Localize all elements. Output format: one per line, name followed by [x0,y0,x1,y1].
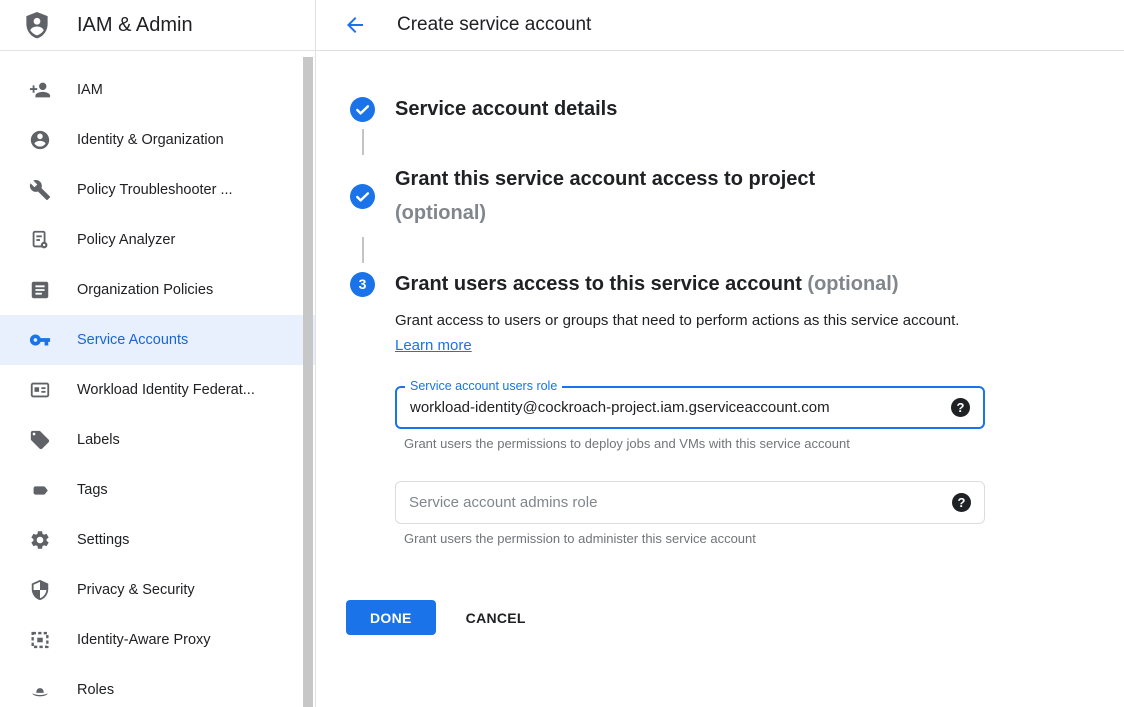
sidebar-item-label: Privacy & Security [77,582,195,598]
sidebar: IAM & Admin IAM Identity & Organization Po… [0,0,316,707]
cancel-button[interactable]: CANCEL [466,610,526,626]
users-role-field: Service account users role ? [395,386,985,429]
page-header: Create service account [316,0,1124,51]
tag-icon [28,428,52,452]
sidebar-item-labels[interactable]: Labels [0,415,315,465]
back-button[interactable] [343,13,367,37]
admins-role-field: ? [395,481,985,524]
service-account-key-icon [28,328,52,352]
sidebar-item-label: Policy Analyzer [77,232,175,248]
sidebar-item-label: Service Accounts [77,332,188,348]
step-3-number-badge[interactable]: 3 [350,272,375,297]
stepper-content: Service account details Grant this servi… [316,51,1124,635]
sidebar-header: IAM & Admin [0,0,315,51]
page-title: Create service account [397,14,591,36]
sidebar-item-iam[interactable]: IAM [0,65,315,115]
step-3-optional-label: (optional) [807,273,898,295]
account-circle-icon [28,128,52,152]
sidebar-item-service-accounts[interactable]: Service Accounts [0,315,315,365]
sidebar-item-label: Organization Policies [77,282,213,298]
sidebar-item-label: Policy Troubleshooter ... [77,182,233,198]
product-title: IAM & Admin [77,14,193,37]
step-connector [350,237,375,263]
iam-shield-icon [22,10,52,40]
sidebar-item-label: Workload Identity Federat... [77,382,255,398]
step-3: 3 Grant users access to this service acc… [350,270,1124,298]
sidebar-item-identity-aware-proxy[interactable]: Identity-Aware Proxy [0,615,315,665]
step-1-title: Service account details [395,97,617,122]
article-icon [28,278,52,302]
sidebar-item-label: Labels [77,432,120,448]
sidebar-item-organization-policies[interactable]: Organization Policies [0,265,315,315]
learn-more-link[interactable]: Learn more [395,337,472,354]
arrow-back-icon [343,13,367,37]
wrench-icon [28,178,52,202]
sidebar-item-workload-identity-federat[interactable]: Workload Identity Federat... [0,365,315,415]
step-connector [350,129,375,155]
shield-half-icon [28,578,52,602]
sidebar-item-policy-troubleshooter[interactable]: Policy Troubleshooter ... [0,165,315,215]
sidebar-item-roles[interactable]: Roles [0,665,315,707]
users-role-field-label: Service account users role [405,379,562,393]
sidebar-item-tags[interactable]: Tags [0,465,315,515]
sidebar-item-label: Settings [77,532,129,548]
sidebar-item-label: Identity & Organization [77,132,224,148]
gear-icon [28,528,52,552]
actions-row: DONE CANCEL [346,600,1124,635]
users-role-input[interactable] [410,399,951,416]
step-2: Grant this service account access to pro… [350,162,1124,230]
step-2-check-icon[interactable] [350,184,375,209]
step-3-description: Grant access to users or groups that nee… [395,308,960,358]
policy-doc-icon [28,228,52,252]
person-add-icon [28,78,52,102]
step-3-body: Grant access to users or groups that nee… [395,308,1124,547]
sidebar-item-label: IAM [77,82,103,98]
done-button[interactable]: DONE [346,600,436,635]
admins-role-input[interactable] [409,494,952,511]
step-1-check-icon[interactable] [350,97,375,122]
users-role-helper-text: Grant users the permissions to deploy jo… [404,436,1124,452]
main-panel: Create service account Service account d… [316,0,1124,707]
sidebar-item-label: Tags [77,482,108,498]
sidebar-item-policy-analyzer[interactable]: Policy Analyzer [0,215,315,265]
hat-icon [28,678,52,702]
sidebar-item-identity-organization[interactable]: Identity & Organization [0,115,315,165]
label-arrow-icon [28,478,52,502]
step-2-title: Grant this service account access to pro… [395,162,815,230]
admins-role-helper-text: Grant users the permission to administer… [404,531,1124,547]
sidebar-item-settings[interactable]: Settings [0,515,315,565]
app-window: IAM & Admin IAM Identity & Organization Po… [0,0,1124,707]
admins-role-help-icon[interactable]: ? [952,493,971,512]
step-2-optional-label: (optional) [395,196,815,230]
step-3-title: Grant users access to this service accou… [395,270,899,298]
sidebar-item-label: Identity-Aware Proxy [77,632,211,648]
sidebar-scrollbar[interactable] [303,57,313,707]
step-1: Service account details [350,97,1124,122]
users-role-help-icon[interactable]: ? [951,398,970,417]
proxy-square-icon [28,628,52,652]
sidebar-nav: IAM Identity & Organization Policy Trouble… [0,51,315,707]
sidebar-item-privacy-security[interactable]: Privacy & Security [0,565,315,615]
badge-card-icon [28,378,52,402]
sidebar-item-label: Roles [77,682,114,698]
